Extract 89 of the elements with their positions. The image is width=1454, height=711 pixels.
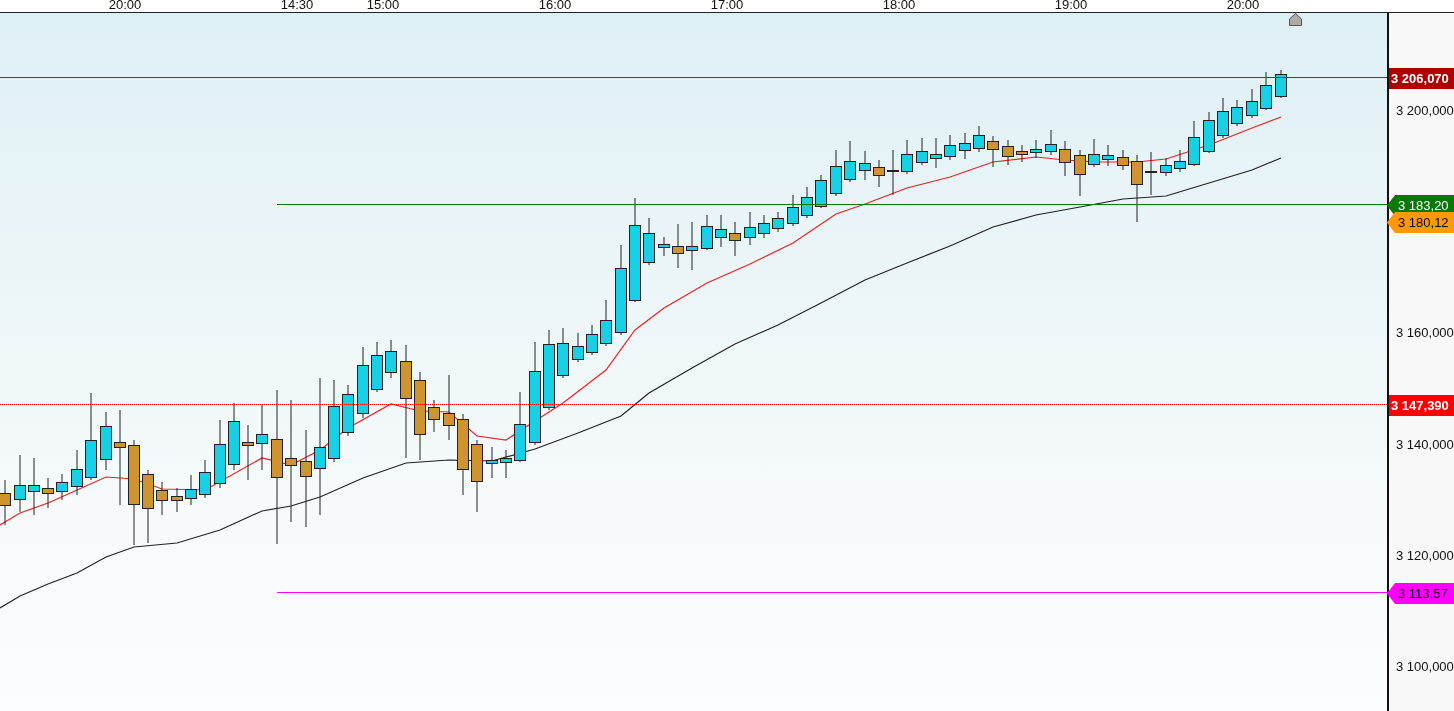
price-tag: 3 113,57 bbox=[1387, 583, 1454, 604]
time-label: 19:00 bbox=[1053, 0, 1089, 12]
candlestick bbox=[887, 149, 899, 196]
candlestick bbox=[14, 454, 26, 513]
candlestick bbox=[42, 477, 54, 509]
candlestick bbox=[987, 135, 999, 168]
candlestick bbox=[643, 217, 655, 266]
candlestick bbox=[1030, 139, 1042, 159]
candlestick bbox=[1231, 99, 1243, 127]
price-tag: 3 206,070 bbox=[1389, 68, 1454, 89]
candlestick bbox=[686, 221, 698, 271]
candlestick bbox=[586, 324, 598, 356]
time-label: 20:00 bbox=[1225, 0, 1261, 12]
candlestick bbox=[873, 159, 885, 188]
candlestick bbox=[71, 449, 83, 496]
candlestick bbox=[930, 137, 942, 169]
time-label: 15:00 bbox=[365, 0, 401, 12]
price-label: 3 200,000 bbox=[1396, 103, 1454, 119]
candlestick bbox=[228, 402, 240, 471]
candlestick bbox=[1016, 144, 1028, 163]
price-label: 3 160,000 bbox=[1396, 325, 1454, 341]
candlestick bbox=[701, 214, 713, 251]
candlestick bbox=[1188, 120, 1200, 167]
candlestick bbox=[156, 481, 168, 516]
candlestick bbox=[1145, 151, 1157, 196]
candlestick bbox=[1074, 149, 1086, 197]
candlestick bbox=[1045, 129, 1057, 156]
candlestick bbox=[56, 473, 68, 501]
candlestick bbox=[1131, 154, 1143, 223]
price-tag: 3 147,390 bbox=[1389, 395, 1454, 416]
candlestick bbox=[1160, 157, 1172, 177]
candlestick bbox=[514, 391, 526, 463]
candlestick bbox=[214, 419, 226, 489]
candlestick bbox=[672, 223, 684, 269]
candlestick bbox=[859, 150, 871, 181]
candlestick bbox=[815, 174, 827, 209]
candlestick bbox=[959, 132, 971, 160]
candlestick bbox=[729, 221, 741, 257]
candlestick bbox=[772, 211, 784, 233]
candlestick bbox=[385, 339, 397, 379]
candlestick bbox=[1002, 139, 1014, 166]
candlestick bbox=[801, 186, 813, 219]
candlestick bbox=[486, 446, 498, 479]
candlestick bbox=[973, 125, 985, 153]
candlestick bbox=[600, 299, 612, 347]
time-label: 14:30 bbox=[279, 0, 315, 12]
candlestick bbox=[28, 457, 40, 516]
time-label: 17:00 bbox=[709, 0, 745, 12]
candlestick bbox=[256, 404, 268, 471]
candlestick bbox=[1059, 140, 1071, 177]
time-label: 16:00 bbox=[537, 0, 573, 12]
candlestick bbox=[557, 327, 569, 379]
candlestick bbox=[371, 341, 383, 393]
candlestick bbox=[1117, 149, 1129, 171]
price-label: 3 100,000 bbox=[1396, 659, 1454, 675]
candlestick bbox=[758, 214, 770, 239]
candlestick bbox=[844, 140, 856, 183]
candlestick bbox=[715, 214, 727, 248]
candlestick bbox=[185, 474, 197, 506]
candlestick bbox=[1246, 88, 1258, 119]
time-label: 20:00 bbox=[107, 0, 143, 12]
candlestick bbox=[658, 236, 670, 257]
candlestick bbox=[830, 149, 842, 197]
price-label: 3 120,000 bbox=[1396, 548, 1454, 564]
candlestick bbox=[242, 424, 254, 481]
price-label: 3 140,000 bbox=[1396, 437, 1454, 453]
candlestick bbox=[944, 134, 956, 161]
candlestick bbox=[342, 384, 354, 437]
candlestick bbox=[1275, 69, 1287, 99]
candlestick bbox=[500, 449, 512, 479]
candlestick bbox=[1174, 149, 1186, 173]
candlestick bbox=[171, 487, 183, 513]
candlestick bbox=[1260, 71, 1272, 111]
candlestick bbox=[744, 211, 756, 246]
candlestick bbox=[0, 479, 11, 526]
candlestick bbox=[199, 459, 211, 499]
candlestick bbox=[916, 137, 928, 166]
candlestick bbox=[1217, 97, 1229, 139]
price-tag: 3 180,12 bbox=[1387, 212, 1454, 233]
candlestick bbox=[1203, 111, 1215, 154]
candlestick bbox=[1102, 144, 1114, 167]
candlestick bbox=[100, 411, 112, 471]
time-label: 18:00 bbox=[881, 0, 917, 12]
candlestick bbox=[428, 399, 440, 433]
candlestick bbox=[443, 374, 455, 441]
candlestick bbox=[1088, 138, 1100, 168]
candlestick bbox=[787, 194, 799, 227]
candlestick bbox=[572, 332, 584, 363]
candlestick bbox=[901, 139, 913, 175]
